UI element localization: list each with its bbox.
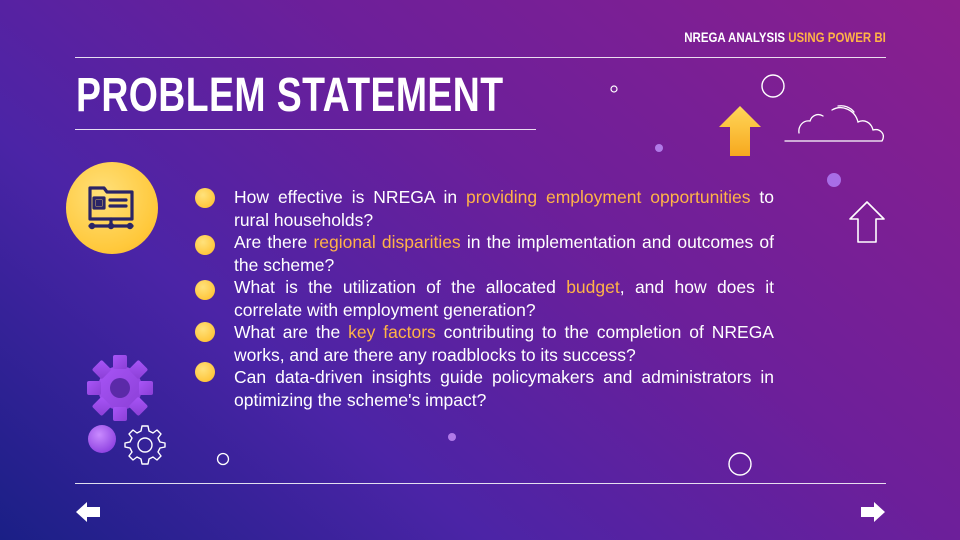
slide: NREGA ANALYSIS USING POWER BI PROBLEM ST…	[0, 0, 960, 540]
up-arrow-outline-icon	[849, 201, 885, 243]
left-arrow-icon[interactable]	[75, 500, 101, 524]
bullet-dot	[195, 280, 215, 300]
dot-decoration	[827, 173, 841, 187]
question-highlight: budget	[566, 277, 620, 297]
right-arrow-icon[interactable]	[860, 500, 886, 524]
ring-decoration	[761, 74, 785, 98]
data-dashboard-icon	[88, 186, 134, 230]
brand-prefix: NREGA ANALYSIS	[684, 29, 786, 45]
gear-icon	[87, 355, 153, 421]
ring-decoration	[728, 452, 752, 476]
bullet-dot	[195, 235, 215, 255]
up-arrow-icon	[719, 106, 761, 156]
badge-circle	[66, 162, 158, 254]
brand-header: NREGA ANALYSIS USING POWER BI	[684, 29, 886, 45]
bullet-dot	[195, 188, 215, 208]
bottom-divider	[75, 483, 886, 484]
question-item: Can data-driven insights guide policymak…	[234, 367, 774, 410]
dot-decoration	[655, 144, 663, 152]
question-item: Are there regional disparities in the im…	[234, 232, 774, 275]
gear-outline-icon	[124, 425, 166, 465]
dot-decoration	[448, 433, 456, 441]
question-highlight: key factors	[348, 322, 436, 342]
question-list: How effective is NREGA in providing empl…	[234, 186, 774, 411]
question-highlight: providing employment opportunities	[466, 187, 751, 207]
bullet-dot	[195, 362, 215, 382]
question-item: What are the key factors contributing to…	[234, 322, 774, 365]
brand-accent: USING POWER BI	[788, 29, 886, 45]
sphere-decoration	[88, 425, 116, 453]
cloud-icon	[784, 105, 884, 142]
question-item: What is the utilization of the allocated…	[234, 277, 774, 320]
page-title: PROBLEM STATEMENT	[76, 69, 504, 122]
bullet-dot	[195, 322, 215, 342]
ring-decoration	[216, 452, 230, 466]
question-highlight: regional disparities	[313, 232, 461, 252]
top-divider	[75, 57, 886, 58]
ring-decoration	[610, 85, 618, 93]
question-item: How effective is NREGA in providing empl…	[234, 187, 774, 230]
title-underline	[75, 129, 536, 130]
